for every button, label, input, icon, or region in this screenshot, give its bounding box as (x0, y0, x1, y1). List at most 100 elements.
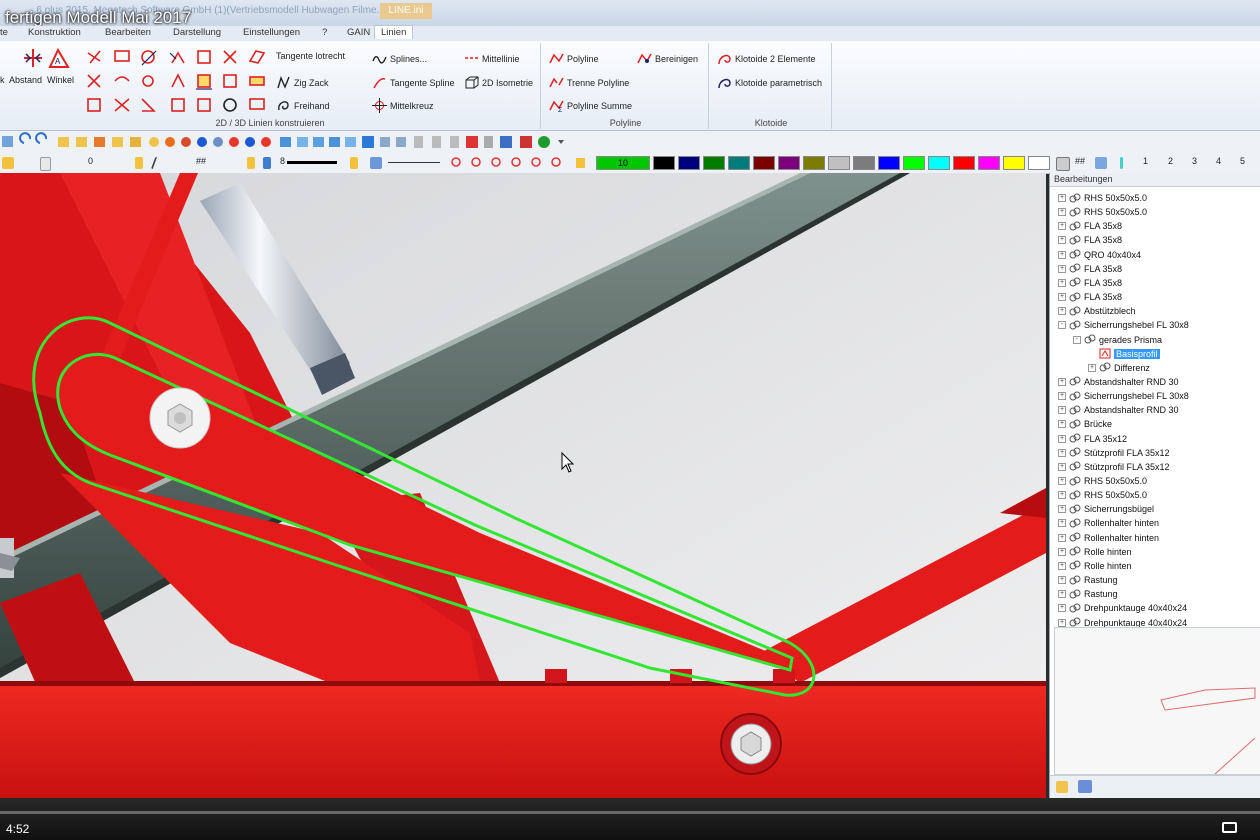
tree-item[interactable]: + FLA 35x8 (1058, 276, 1122, 290)
palette-swatch[interactable] (903, 156, 925, 170)
menu-item-linien[interactable]: Linien (374, 25, 414, 39)
expand-icon[interactable]: + (1058, 250, 1066, 259)
winkel-button[interactable]: A Winkel (47, 47, 74, 85)
bolt-lower[interactable] (720, 713, 782, 775)
tangente-lotrecht-button[interactable]: Tangente lotrecht (276, 51, 345, 61)
hash-label[interactable]: ## (196, 156, 206, 166)
menu-item-gain[interactable]: GAIN (347, 27, 370, 38)
collapse-icon[interactable]: - (1058, 321, 1066, 330)
palette-swatch[interactable] (928, 156, 950, 170)
expand-icon[interactable]: + (1058, 505, 1066, 514)
cad-viewport[interactable] (0, 173, 1046, 798)
menu-item-einstellungen[interactable]: Einstellungen (243, 27, 300, 38)
palette-swatch[interactable] (978, 156, 1000, 170)
menu-item-konstruktion[interactable]: Konstruktion (28, 27, 81, 38)
view-number-5[interactable]: 5 (1240, 156, 1245, 166)
palette-swatch[interactable] (728, 156, 750, 170)
tree-item[interactable]: + FLA 35x8 (1058, 290, 1122, 304)
line-tools-icons[interactable] (86, 49, 272, 115)
palette-swatch[interactable] (753, 156, 775, 170)
trenne-polyline-button[interactable]: Trenne Polyline (549, 75, 629, 90)
expand-icon[interactable]: + (1058, 194, 1066, 202)
line-width-value[interactable]: 8 (280, 156, 285, 166)
tree-item[interactable]: + Stützprofil FLA 35x12 (1058, 460, 1170, 474)
bereinigen-button[interactable]: Bereinigen (637, 51, 698, 66)
palette-swatch[interactable] (1028, 156, 1050, 170)
polyline-summe-button[interactable]: Σ Polyline Summe (549, 98, 632, 113)
hash-label-right[interactable]: ## (1075, 156, 1085, 166)
tree-item[interactable]: + RHS 50x50x5.0 (1058, 205, 1147, 219)
bolt-upper[interactable] (149, 387, 211, 449)
tree-item[interactable]: + Abstandshalter RND 30 (1058, 375, 1179, 389)
parts-icon[interactable] (1056, 781, 1068, 793)
tree-item[interactable]: + FLA 35x8 (1058, 233, 1122, 247)
palette-swatch[interactable] (653, 156, 675, 170)
palette-swatch[interactable] (778, 156, 800, 170)
tree-item[interactable]: + Stützprofil FLA 35x12 (1058, 446, 1170, 460)
tree-item[interactable]: + Rolle hinten (1058, 545, 1132, 559)
tree-item[interactable]: + FLA 35x8 (1058, 219, 1122, 233)
expand-icon[interactable]: + (1058, 604, 1066, 613)
bottom-rail[interactable] (0, 669, 1046, 798)
expand-icon[interactable]: + (1058, 590, 1066, 599)
page-icon[interactable] (40, 157, 51, 171)
klotoide-2-button[interactable]: Klotoide 2 Elemente (717, 51, 816, 66)
ribbon-k-label[interactable]: k (0, 75, 5, 85)
palette-swatch[interactable] (878, 156, 900, 170)
expand-icon[interactable]: + (1058, 561, 1066, 570)
expand-icon[interactable]: + (1058, 264, 1066, 273)
expand-icon[interactable]: + (1058, 293, 1066, 302)
expand-icon[interactable]: + (1058, 477, 1066, 485)
tree-item[interactable]: + QRO 40x40x4 (1058, 248, 1141, 262)
expand-icon[interactable]: + (1058, 222, 1066, 231)
tree-item[interactable]: + Abstützblech (1058, 304, 1136, 318)
lock-icon[interactable] (350, 157, 358, 169)
expand-icon[interactable]: + (1058, 392, 1066, 401)
expand-icon[interactable]: + (1058, 208, 1066, 217)
expand-icon[interactable]: + (1058, 462, 1066, 471)
layer-settings-icon[interactable] (1056, 157, 1070, 171)
expand-icon[interactable]: + (1058, 491, 1066, 500)
lock-icon[interactable] (135, 157, 143, 169)
expand-icon[interactable]: + (1058, 377, 1066, 386)
tree-item[interactable]: - Sicherrungshebel FL 30x8 (1058, 318, 1189, 332)
splines-button[interactable]: Splines... (372, 51, 427, 66)
tree-item[interactable]: Basisprofil (1088, 347, 1160, 361)
expand-icon[interactable]: + (1088, 363, 1096, 372)
tree-item[interactable]: + Rollenhalter hinten (1058, 516, 1159, 530)
layer-value[interactable]: 0 (88, 156, 93, 166)
tree-item[interactable]: + Rolle hinten (1058, 559, 1132, 573)
view-number-1[interactable]: 1 (1143, 156, 1148, 166)
tree-item[interactable]: + Rollenhalter hinten (1058, 531, 1159, 545)
expand-icon[interactable]: + (1058, 618, 1066, 627)
expand-icon[interactable]: + (1058, 519, 1066, 528)
freihand-button[interactable]: Freihand (276, 98, 330, 113)
video-progress-bar[interactable] (0, 811, 1260, 814)
tree-item[interactable]: + FLA 35x12 (1058, 432, 1127, 446)
expand-icon[interactable]: + (1058, 278, 1066, 287)
current-color-swatch[interactable]: 10 (596, 156, 650, 170)
operations-icon[interactable] (1078, 780, 1092, 793)
tree-item[interactable]: + Sicherrungshebel FL 30x8 (1058, 389, 1189, 403)
mittellinie-button[interactable]: Mittellinie (464, 51, 520, 66)
tree-item[interactable]: + Sicherrungsbügel (1058, 502, 1154, 516)
expand-icon[interactable]: + (1058, 533, 1066, 542)
view-number-3[interactable]: 3 (1192, 156, 1197, 166)
isometrie-button[interactable]: 2D Isometrie (464, 75, 533, 90)
expand-icon[interactable]: + (1058, 236, 1066, 245)
zig-zack-button[interactable]: Zig Zack (276, 75, 329, 90)
line-width-preview[interactable] (287, 161, 337, 164)
expand-icon[interactable]: + (1058, 448, 1066, 457)
palette-swatch[interactable] (1003, 156, 1025, 170)
palette-swatch[interactable] (828, 156, 850, 170)
polyline-button[interactable]: Polyline (549, 51, 599, 66)
tree-item[interactable]: + RHS 50x50x5.0 (1058, 488, 1147, 502)
lock-icon[interactable] (2, 157, 14, 169)
palette-swatch[interactable] (703, 156, 725, 170)
palette-swatch[interactable] (853, 156, 875, 170)
file-tab[interactable]: LINE.ini (380, 3, 432, 19)
mittelkreuz-button[interactable]: Mittelkreuz (372, 98, 434, 113)
tree-item[interactable]: + Abstandshalter RND 30 (1058, 403, 1179, 417)
palette-swatch[interactable] (803, 156, 825, 170)
tree-item[interactable]: + FLA 35x8 (1058, 262, 1122, 276)
